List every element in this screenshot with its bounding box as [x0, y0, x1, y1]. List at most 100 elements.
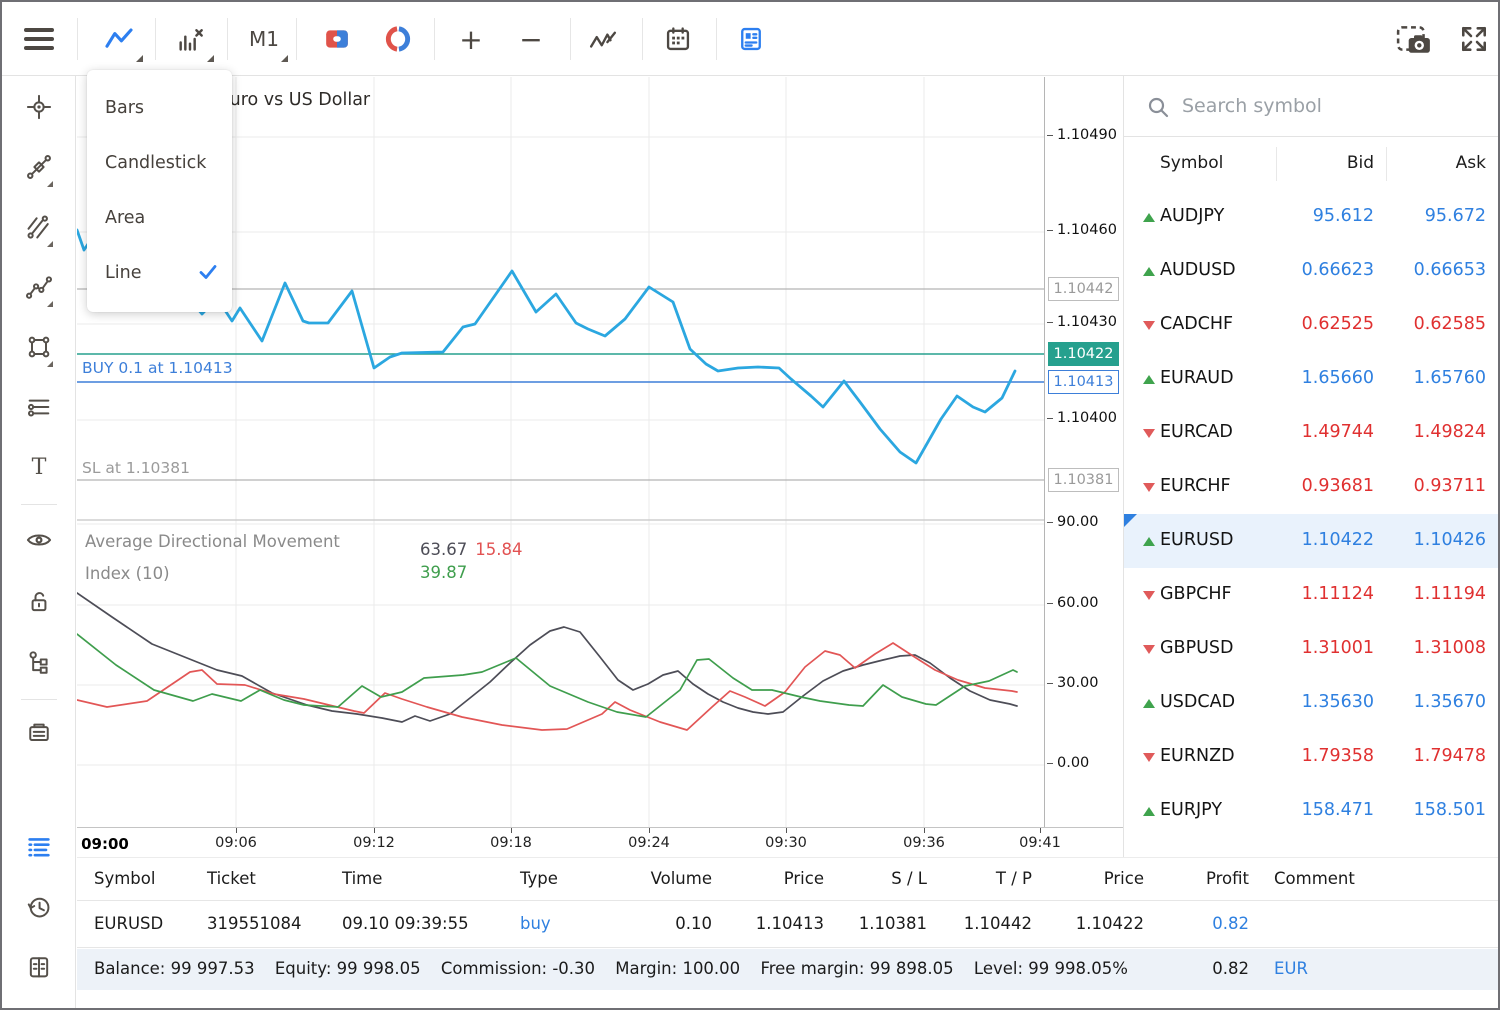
ask-price: 158.501: [1414, 800, 1486, 820]
time-axis-label: 09:06: [215, 835, 257, 851]
fullscreen-button[interactable]: [1446, 12, 1500, 66]
timeframe-label: M1: [249, 27, 279, 51]
svg-text:T: T: [32, 454, 47, 480]
market-watch-row[interactable]: EURAUD 1.65660 1.65760: [1124, 352, 1500, 406]
symbol-name: EURCAD: [1160, 422, 1233, 442]
polyline-tool[interactable]: [19, 267, 59, 307]
position-symbol: EURUSD: [94, 914, 163, 933]
bid-price: 1.79358: [1302, 746, 1374, 766]
text-tool[interactable]: T: [19, 447, 59, 487]
shapes-tool[interactable]: [19, 327, 59, 367]
market-watch-row[interactable]: EURJPY 158.471 158.501: [1124, 784, 1500, 838]
calendar-button[interactable]: [650, 12, 706, 66]
sl-price-label: 1.10381: [1048, 468, 1119, 492]
bid-price: 0.66623: [1302, 260, 1374, 280]
account-currency: EUR: [1274, 959, 1308, 978]
crosshair-icon: [25, 93, 53, 121]
ask-price: 1.35670: [1414, 692, 1486, 712]
timeframe-button[interactable]: M1: [236, 12, 292, 66]
journal-tab[interactable]: [19, 947, 59, 987]
menu-item-bars[interactable]: Bars: [87, 80, 232, 135]
total-profit: 0.82: [1159, 959, 1249, 978]
balance-value: Balance: 99 997.53: [94, 959, 255, 978]
market-watch-row[interactable]: EURCHF 0.93681 0.93711: [1124, 460, 1500, 514]
market-watch-row[interactable]: EURUSD 1.10422 1.10426: [1124, 514, 1500, 568]
levels-tool[interactable]: [19, 387, 59, 427]
indicators-button[interactable]: [575, 12, 631, 66]
search-icon: [1146, 95, 1170, 119]
visibility-tool[interactable]: [19, 520, 59, 560]
market-watch-header[interactable]: Symbol Bid Ask: [1124, 137, 1500, 190]
open-position-row[interactable]: EURUSD 319551084 09.10 09:39:55 buy 0.10…: [77, 901, 1500, 948]
history-tab[interactable]: [19, 887, 59, 927]
symbol-name: GBPCHF: [1160, 584, 1232, 604]
market-watch-row[interactable]: GBPCHF 1.11124 1.11194: [1124, 568, 1500, 622]
search-input[interactable]: [1182, 90, 1472, 122]
chart-pane[interactable]: 1.104901.104601.104421.104301.104221.104…: [77, 76, 1123, 857]
time-axis-tick: [236, 828, 237, 833]
market-watch-row[interactable]: CADCHF 0.62525 0.62585: [1124, 298, 1500, 352]
price-axis[interactable]: 1.104901.104601.104421.104301.104221.104…: [1044, 77, 1122, 827]
market-watch-row[interactable]: AUDJPY 95.612 95.672: [1124, 190, 1500, 244]
price-direction-icon: [1143, 753, 1155, 762]
trade-tab[interactable]: [19, 827, 59, 867]
price-axis-label: 1.10490: [1057, 127, 1117, 143]
news-button[interactable]: [723, 12, 779, 66]
unlock-tool[interactable]: [19, 582, 59, 622]
print-tool[interactable]: [19, 713, 59, 753]
minus-di-line: [77, 643, 1017, 730]
menu-item-area[interactable]: Area: [87, 190, 232, 245]
ask-price: 0.62585: [1414, 314, 1486, 334]
horizontal-levels-icon: [25, 393, 53, 421]
minus-di-value: 15.84: [475, 540, 522, 559]
time-axis-label: 09:41: [1019, 835, 1061, 851]
main-menu-icon[interactable]: [24, 28, 54, 50]
position-current-price: 1.10422: [1052, 914, 1144, 933]
dropdown-corner-icon: [136, 55, 143, 62]
position-tp: 1.10442: [942, 914, 1032, 933]
market-watch-row[interactable]: EURCAD 1.49744 1.49824: [1124, 406, 1500, 460]
symbol-name: EURAUD: [1160, 368, 1234, 388]
fibonacci-tool[interactable]: [19, 147, 59, 187]
symbol-name: CADCHF: [1160, 314, 1233, 334]
screenshot-button[interactable]: [1386, 12, 1442, 66]
price-direction-icon: [1143, 321, 1155, 330]
header-price: Price: [732, 869, 824, 888]
time-axis-tick: [511, 828, 512, 833]
trade-table-header: Symbol Ticket Time Type Volume Price S /…: [77, 858, 1500, 901]
object-list-tool[interactable]: [19, 642, 59, 682]
commission-value: Commission: -0.30: [441, 959, 595, 978]
zoom-out-button[interactable]: −: [503, 12, 559, 66]
header-time: Time: [342, 869, 382, 888]
chart-type-button[interactable]: [91, 12, 147, 66]
one-click-trading-button[interactable]: [309, 12, 365, 66]
dropdown-corner-icon: [207, 55, 214, 62]
ask-price: 1.65760: [1414, 368, 1486, 388]
market-watch-row[interactable]: EURNZD 1.79358 1.79478: [1124, 730, 1500, 784]
zoom-in-button[interactable]: +: [443, 12, 499, 66]
market-watch-row[interactable]: GBPUSD 1.31001 1.31008: [1124, 622, 1500, 676]
crosshair-tool[interactable]: [19, 87, 59, 127]
bid-price: 0.62525: [1302, 314, 1374, 334]
remove-indicator-button[interactable]: [162, 12, 218, 66]
market-depth-icon: [384, 25, 412, 53]
polyline-icon: [25, 273, 53, 301]
fibonacci-ruler-icon: [25, 153, 53, 181]
fullscreen-icon: [1459, 24, 1489, 54]
market-depth-button[interactable]: [370, 12, 426, 66]
menu-item-line[interactable]: Line: [87, 245, 232, 300]
plus-di-value: 39.87: [420, 563, 523, 582]
time-axis[interactable]: 09:0009:0609:1209:1809:2409:3009:3609:41: [77, 827, 1123, 857]
dropdown-corner-icon: [47, 301, 53, 307]
header-symbol: Symbol: [94, 869, 155, 888]
news-icon: [737, 25, 765, 53]
menu-item-candlestick[interactable]: Candlestick: [87, 135, 232, 190]
market-watch-row[interactable]: USDCAD 1.35630 1.35670: [1124, 676, 1500, 730]
time-axis-tick: [786, 828, 787, 833]
bid-price-label: 1.10422: [1048, 342, 1119, 366]
market-watch-row[interactable]: AUDUSD 0.66623 0.66653: [1124, 244, 1500, 298]
check-icon: [198, 263, 218, 281]
channel-tool[interactable]: [19, 207, 59, 247]
symbol-name: EURUSD: [1160, 530, 1233, 550]
symbol-name: EURNZD: [1160, 746, 1235, 766]
